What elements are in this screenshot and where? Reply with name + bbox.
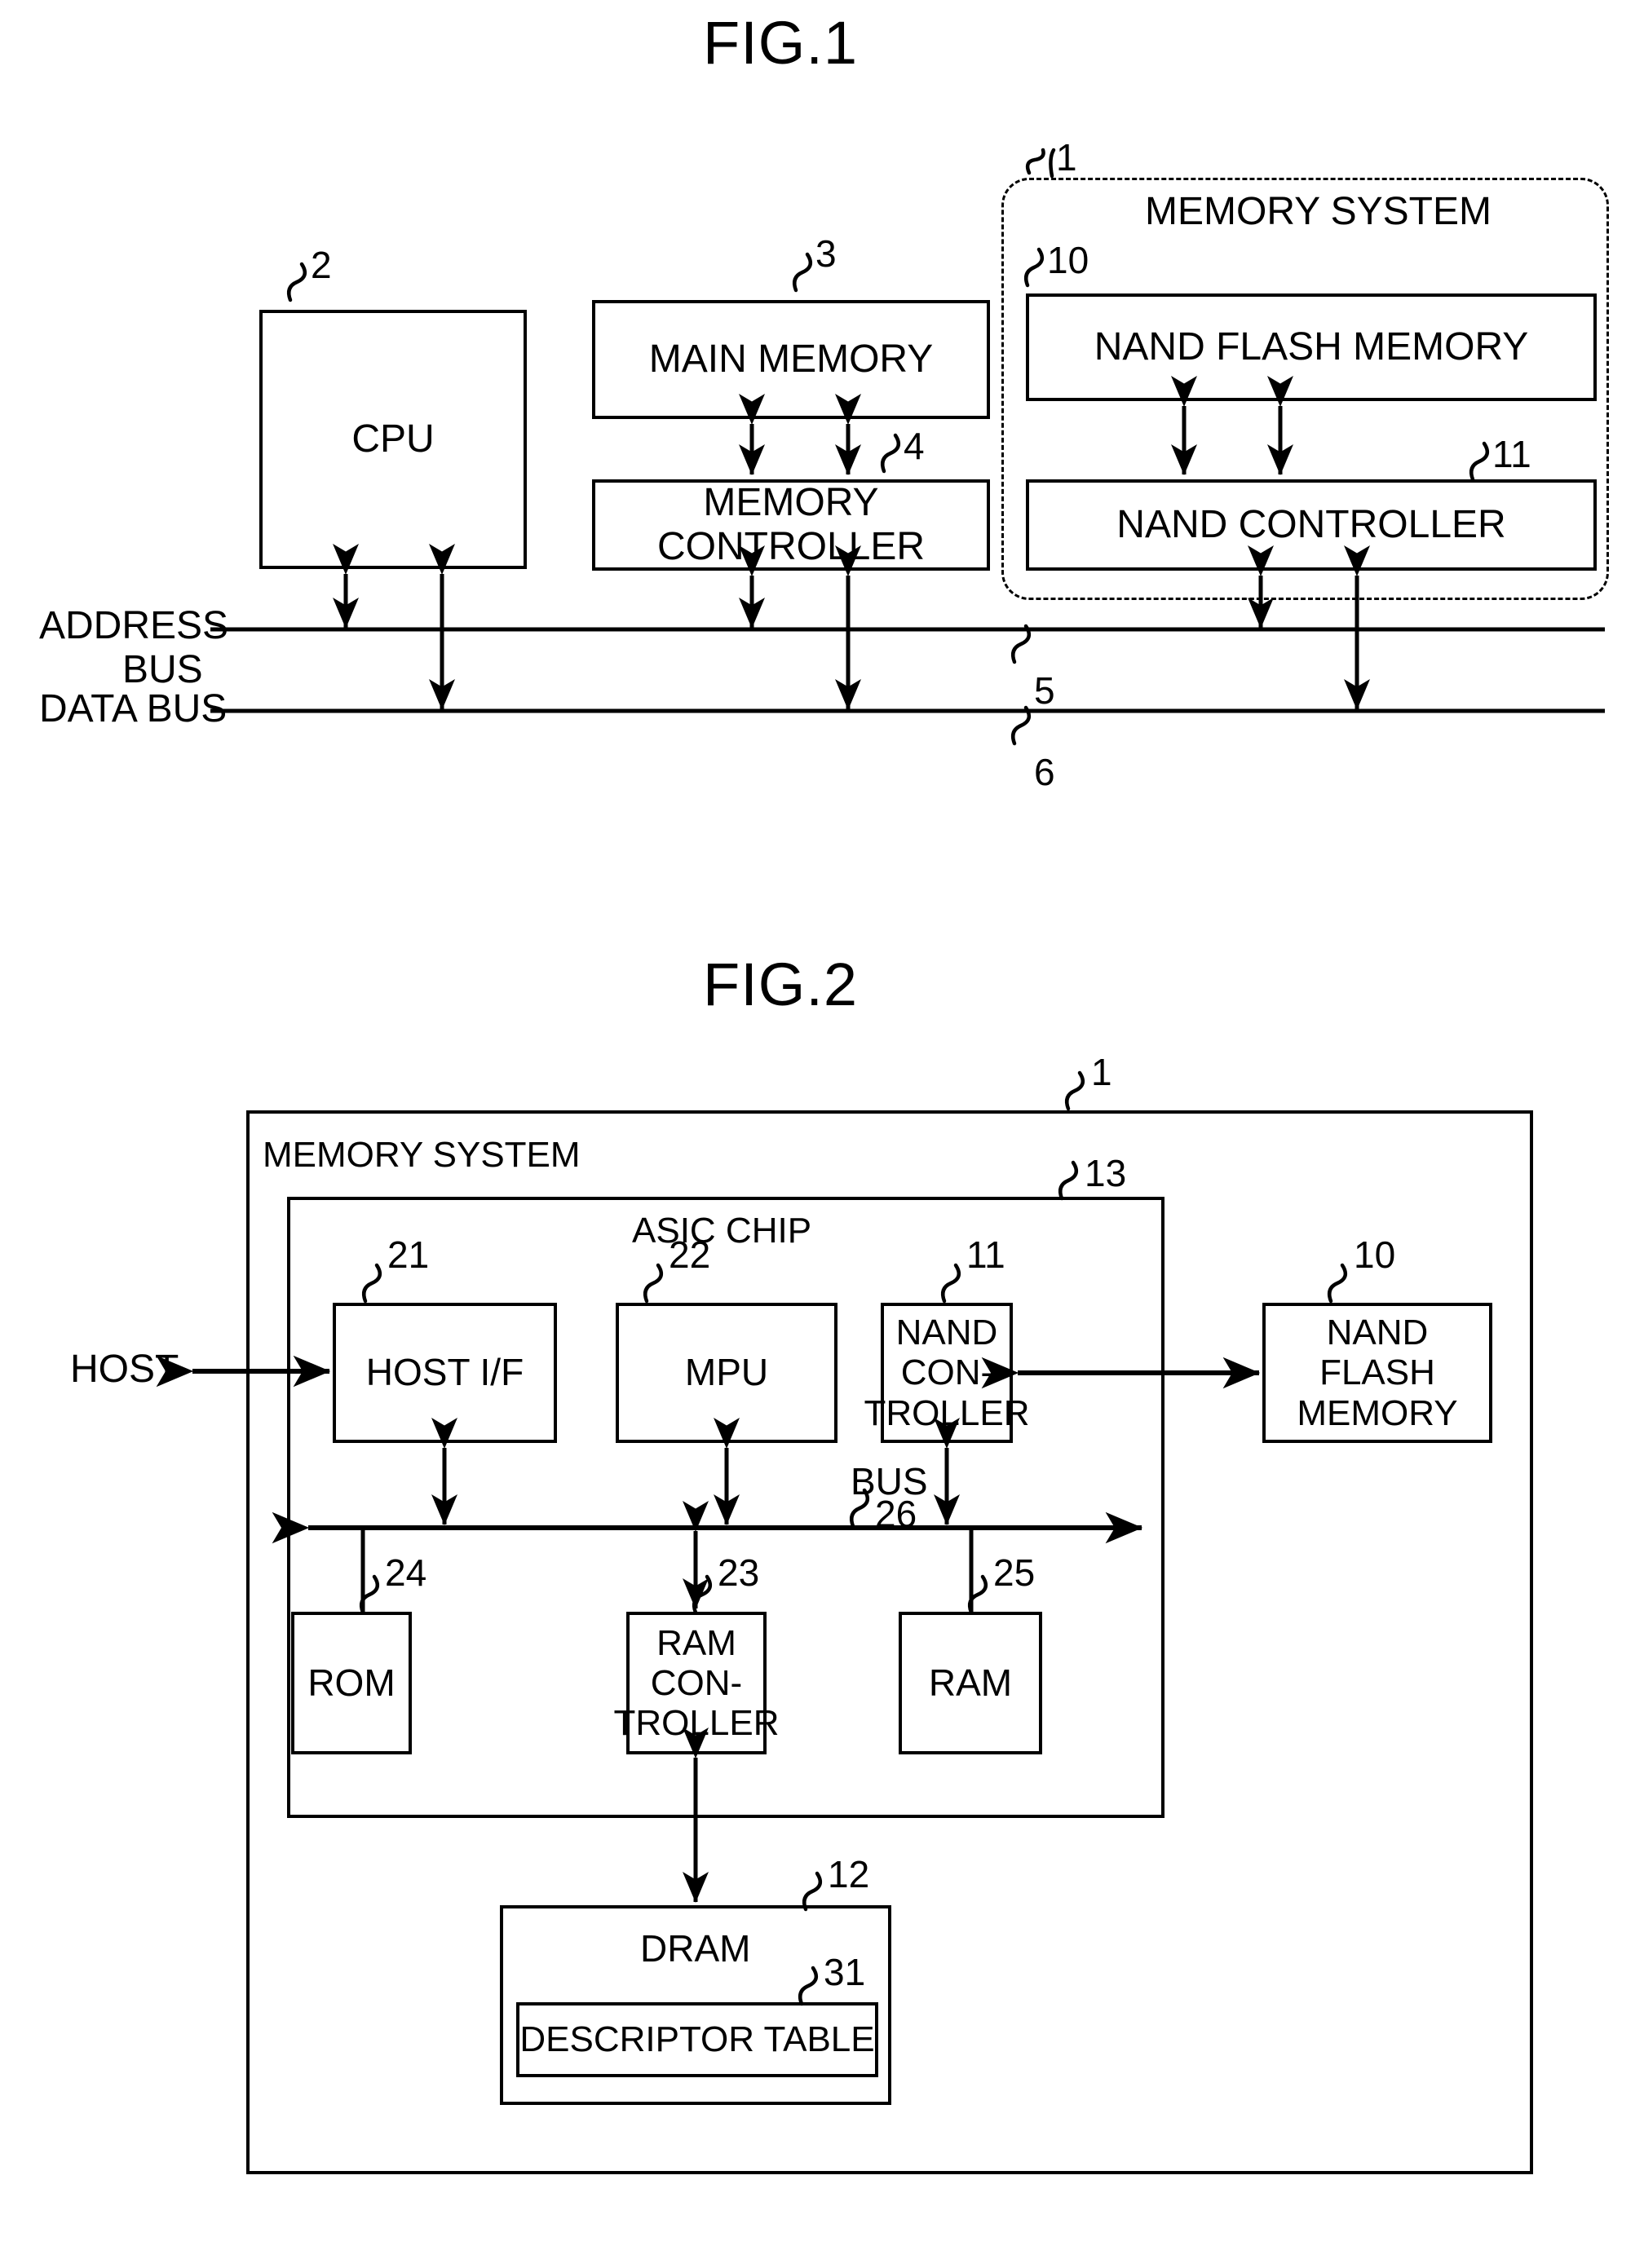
bus-stubs-bottom (360, 1529, 974, 1612)
leader-lines-fig2 (360, 1070, 1348, 2006)
leader-lines-fig1 (287, 148, 1490, 746)
patent-drawing-sheet: FIG.1 MEMORY SYSTEM CPU MAIN MEMORY MEMO… (0, 0, 1644, 2268)
bus-drop-arrows-top (431, 1417, 961, 1525)
connector-artwork (156, 148, 1605, 2006)
bus-lines-fig1 (210, 627, 1605, 713)
arrows-fig1 (333, 375, 1371, 710)
